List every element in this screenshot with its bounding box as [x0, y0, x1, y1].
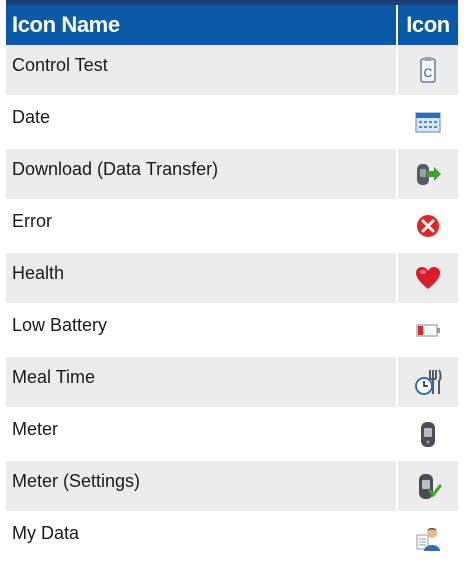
row-name: Download (Data Transfer) [12, 158, 219, 179]
row-name: Low Battery [12, 314, 108, 335]
meter-icon [421, 422, 435, 447]
table-row: Meter [6, 409, 458, 461]
row-name: Health [12, 262, 65, 283]
icon-table: Icon Name Icon Control Test C Date Downl… [6, 0, 458, 565]
error-icon [417, 215, 439, 237]
header-icon: Icon [396, 5, 458, 45]
table-row: Date [6, 97, 458, 149]
calendar-icon [415, 112, 441, 133]
download-icon [417, 164, 441, 185]
table-row: Error [6, 201, 458, 253]
low-battery-icon [416, 324, 440, 337]
my-data-icon [416, 528, 440, 551]
control-test-icon: C [420, 57, 436, 83]
row-name: Meter (Settings) [12, 470, 141, 491]
table-row: Meal Time [6, 357, 458, 409]
table-row: My Data [6, 513, 458, 565]
header-icon-name: Icon Name [12, 12, 120, 37]
meal-time-icon [415, 369, 442, 395]
table-row: Download (Data Transfer) [6, 149, 458, 201]
svg-text:C: C [424, 66, 433, 80]
table-row: Low Battery [6, 305, 458, 357]
table-row: Health [6, 253, 458, 305]
row-name: Error [12, 210, 52, 231]
table-row: Control Test C [6, 45, 458, 97]
row-name: Meal Time [12, 366, 96, 387]
row-name: Date [12, 106, 51, 127]
table-header: Icon Name Icon [6, 5, 458, 45]
row-name: Control Test [12, 54, 108, 75]
row-name: My Data [12, 522, 80, 543]
row-name: Meter [12, 418, 59, 439]
table-row: Meter (Settings) [6, 461, 458, 513]
heart-icon [416, 267, 440, 289]
meter-settings-icon [419, 474, 442, 499]
